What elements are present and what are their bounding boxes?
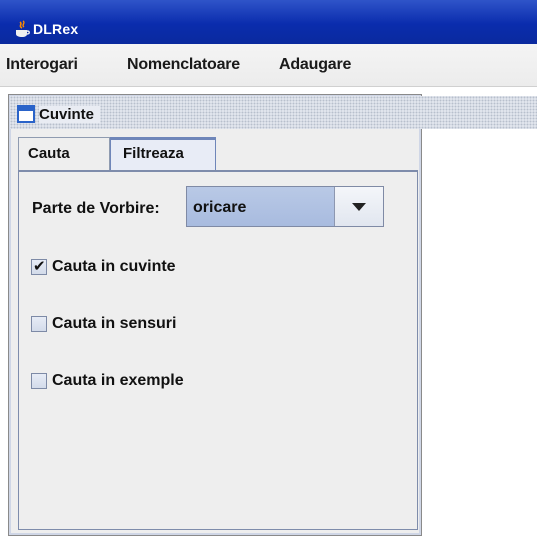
checkbox-cauta-in-sensuri[interactable] (31, 316, 47, 332)
tab-cauta[interactable]: Cauta (18, 137, 110, 170)
window-titlebar[interactable]: DLRex (0, 0, 537, 44)
part-of-speech-label: Parte de Vorbire: (32, 200, 160, 217)
menu-interogari[interactable]: Interogari (6, 56, 78, 74)
checkbox-label-exemple[interactable]: Cauta in exemple (52, 372, 184, 390)
dropdown-arrow-icon[interactable] (334, 187, 383, 226)
java-app-icon (16, 20, 30, 37)
checkbox-cauta-in-cuvinte[interactable]: ✔ (31, 258, 47, 275)
menu-adaugare[interactable]: Adaugare (279, 56, 351, 74)
internal-frame-title: Cuvinte (39, 106, 101, 123)
checkbox-cauta-in-exemple[interactable] (31, 373, 47, 389)
checkbox-label-cuvinte[interactable]: Cauta in cuvinte (52, 258, 176, 276)
menu-bar: Interogari Nomenclatoare Adaugare (0, 44, 537, 87)
checkmark-icon: ✔ (33, 258, 46, 275)
checkbox-label-sensuri[interactable]: Cauta in sensuri (52, 315, 176, 333)
combobox-selected-value: oricare (193, 199, 247, 216)
window-frame-icon (17, 105, 35, 123)
part-of-speech-combobox[interactable]: oricare (186, 186, 384, 227)
window-title: DLRex (33, 21, 79, 37)
tab-filtreaza[interactable]: Filtreaza (110, 137, 216, 170)
menu-nomenclatoare[interactable]: Nomenclatoare (127, 56, 240, 74)
